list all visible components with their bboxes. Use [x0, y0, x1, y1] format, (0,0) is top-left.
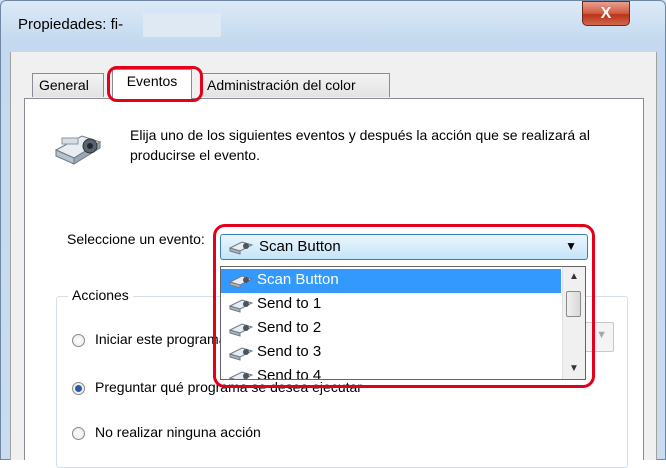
radio-no-action[interactable] [72, 427, 85, 440]
tab-general[interactable]: General [32, 73, 104, 97]
actions-title: Acciones [68, 287, 133, 303]
properties-window: Propiedades: fi- X General Eventos Admin… [0, 0, 666, 468]
close-icon: X [600, 5, 612, 22]
radio-ask-program[interactable] [72, 382, 85, 395]
title-redaction [143, 13, 221, 37]
close-button[interactable]: X [582, 1, 630, 26]
highlight-oval-tab [107, 66, 203, 102]
window-title: Propiedades: fi- [18, 16, 124, 33]
highlight-rect-dropdown [213, 224, 595, 388]
tab-color-management[interactable]: Administración del color [200, 73, 390, 97]
scanner-icon [54, 135, 102, 165]
description-text: Elija uno de los siguientes eventos y de… [130, 127, 590, 163]
radio-start-program[interactable] [72, 334, 85, 347]
radio-no-action-label: No realizar ninguna acción [95, 424, 261, 440]
event-label: Seleccione un evento: [67, 231, 205, 247]
tab-color-label: Administración del color [207, 77, 356, 93]
chevron-down-icon: ▼ [596, 329, 607, 341]
radio-start-program-label: Iniciar este programa: [95, 331, 231, 347]
tab-general-label: General [39, 77, 89, 93]
